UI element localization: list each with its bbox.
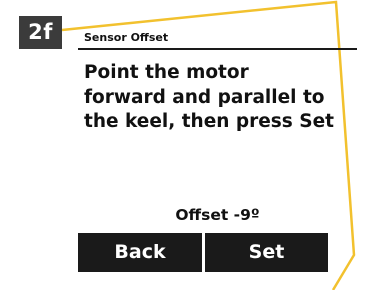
step-badge: 2f [19,16,62,49]
screen-title: Sensor Offset [84,31,169,44]
set-button[interactable]: Set [205,233,328,272]
title-divider [78,48,357,50]
sensor-offset-screen: 2f Sensor Offset Point the motor forward… [0,0,367,290]
instruction-text: Point the motor forward and parallel to … [84,62,334,132]
back-button[interactable]: Back [78,233,202,272]
offset-readout: Offset -9º [175,206,260,224]
